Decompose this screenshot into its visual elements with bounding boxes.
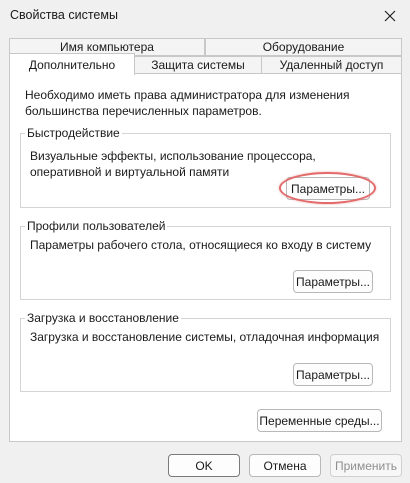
environment-variables-button[interactable]: Переменные среды... xyxy=(257,409,382,432)
apply-button[interactable]: Применить xyxy=(330,454,402,477)
group-title-user-profiles: Профили пользователей xyxy=(25,218,168,234)
tab-advanced[interactable]: Дополнительно xyxy=(9,53,135,75)
tab-remote-access[interactable]: Удаленный доступ xyxy=(261,56,402,74)
performance-settings-button[interactable]: Параметры... xyxy=(286,177,370,200)
window-title: Свойства системы xyxy=(10,8,118,22)
user-profiles-settings-button[interactable]: Параметры... xyxy=(293,270,373,293)
performance-description: Визуальные эффекты, использование процес… xyxy=(30,149,316,179)
advanced-tab-panel: Необходимо иметь права администратора дл… xyxy=(9,73,402,442)
startup-recovery-settings-button[interactable]: Параметры... xyxy=(293,363,373,386)
cancel-button[interactable]: Отмена xyxy=(249,454,321,477)
group-title-startup-recovery: Загрузка и восстановление xyxy=(25,310,181,326)
startup-recovery-description: Загрузка и восстановление системы, отлад… xyxy=(30,330,380,344)
ok-button[interactable]: OK xyxy=(168,454,240,477)
tab-hardware[interactable]: Оборудование xyxy=(205,38,402,56)
tab-label: Удаленный доступ xyxy=(279,58,384,72)
tab-label: Защита системы xyxy=(151,58,245,72)
tab-label: Имя компьютера xyxy=(60,40,154,54)
system-properties-window: Свойства системы Имя компьютера Оборудов… xyxy=(0,0,410,483)
tab-label: Дополнительно xyxy=(28,57,116,72)
tab-system-protection[interactable]: Защита системы xyxy=(134,56,262,74)
user-profiles-description: Параметры рабочего стола, относящиеся ко… xyxy=(30,238,372,252)
title-bar: Свойства системы xyxy=(0,0,410,32)
admin-rights-note: Необходимо иметь права администратора дл… xyxy=(25,88,350,118)
close-button[interactable] xyxy=(370,0,410,32)
tab-label: Оборудование xyxy=(262,40,345,54)
group-title-performance: Быстродействие xyxy=(25,125,122,141)
close-icon xyxy=(384,10,396,22)
